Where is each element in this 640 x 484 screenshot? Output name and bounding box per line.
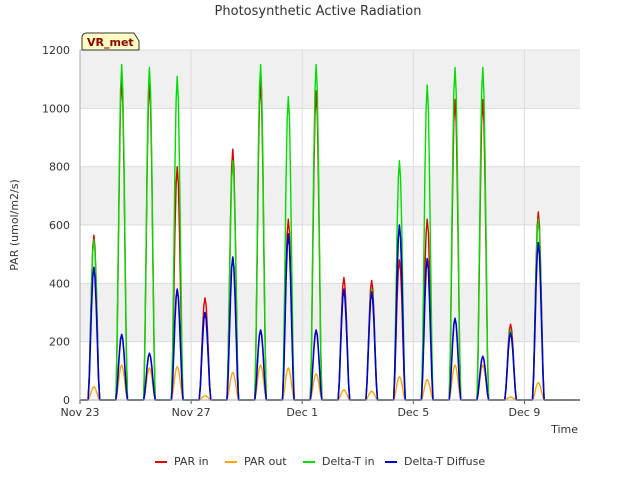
chart-title: Photosynthetic Active Radiation <box>215 4 422 19</box>
y-tick-label: 1200 <box>42 44 70 57</box>
x-tick-label: Dec 9 <box>509 406 541 419</box>
x-tick-label: Dec 5 <box>397 406 429 419</box>
y-tick-labels: 020040060080010001200 <box>42 44 70 407</box>
y-axis-label: PAR (umol/m2/s) <box>8 179 21 271</box>
chart-svg: Photosynthetic Active Radiation 02004006… <box>8 4 580 468</box>
legend-label: Delta-T Diffuse <box>404 455 485 468</box>
station-badge: VR_met <box>81 32 140 51</box>
x-axis-label: Time <box>550 423 578 436</box>
x-tick-labels: Nov 23 Nov 27 Dec 1 Dec 5 Dec 9 <box>61 406 541 419</box>
plot-band <box>80 283 580 342</box>
y-tick-label: 1000 <box>42 102 70 115</box>
station-badge-label: VR_met <box>87 36 134 49</box>
plot-band <box>80 50 580 109</box>
y-tick-label: 400 <box>49 277 70 290</box>
x-tick-label: Nov 27 <box>172 406 211 419</box>
legend-label: Delta-T in <box>322 455 375 468</box>
x-tick-label: Nov 23 <box>61 406 100 419</box>
legend: PAR in PAR out Delta-T in Delta-T Diffuse <box>155 455 485 468</box>
y-tick-label: 200 <box>49 336 70 349</box>
legend-label: PAR out <box>244 455 287 468</box>
plot-band <box>80 166 580 225</box>
x-tick-label: Dec 1 <box>286 406 318 419</box>
legend-label: PAR in <box>174 455 209 468</box>
y-tick-label: 800 <box>49 161 70 174</box>
y-tick-label: 600 <box>49 219 70 232</box>
chart: Photosynthetic Active Radiation 0 200 400 6… <box>0 0 640 480</box>
